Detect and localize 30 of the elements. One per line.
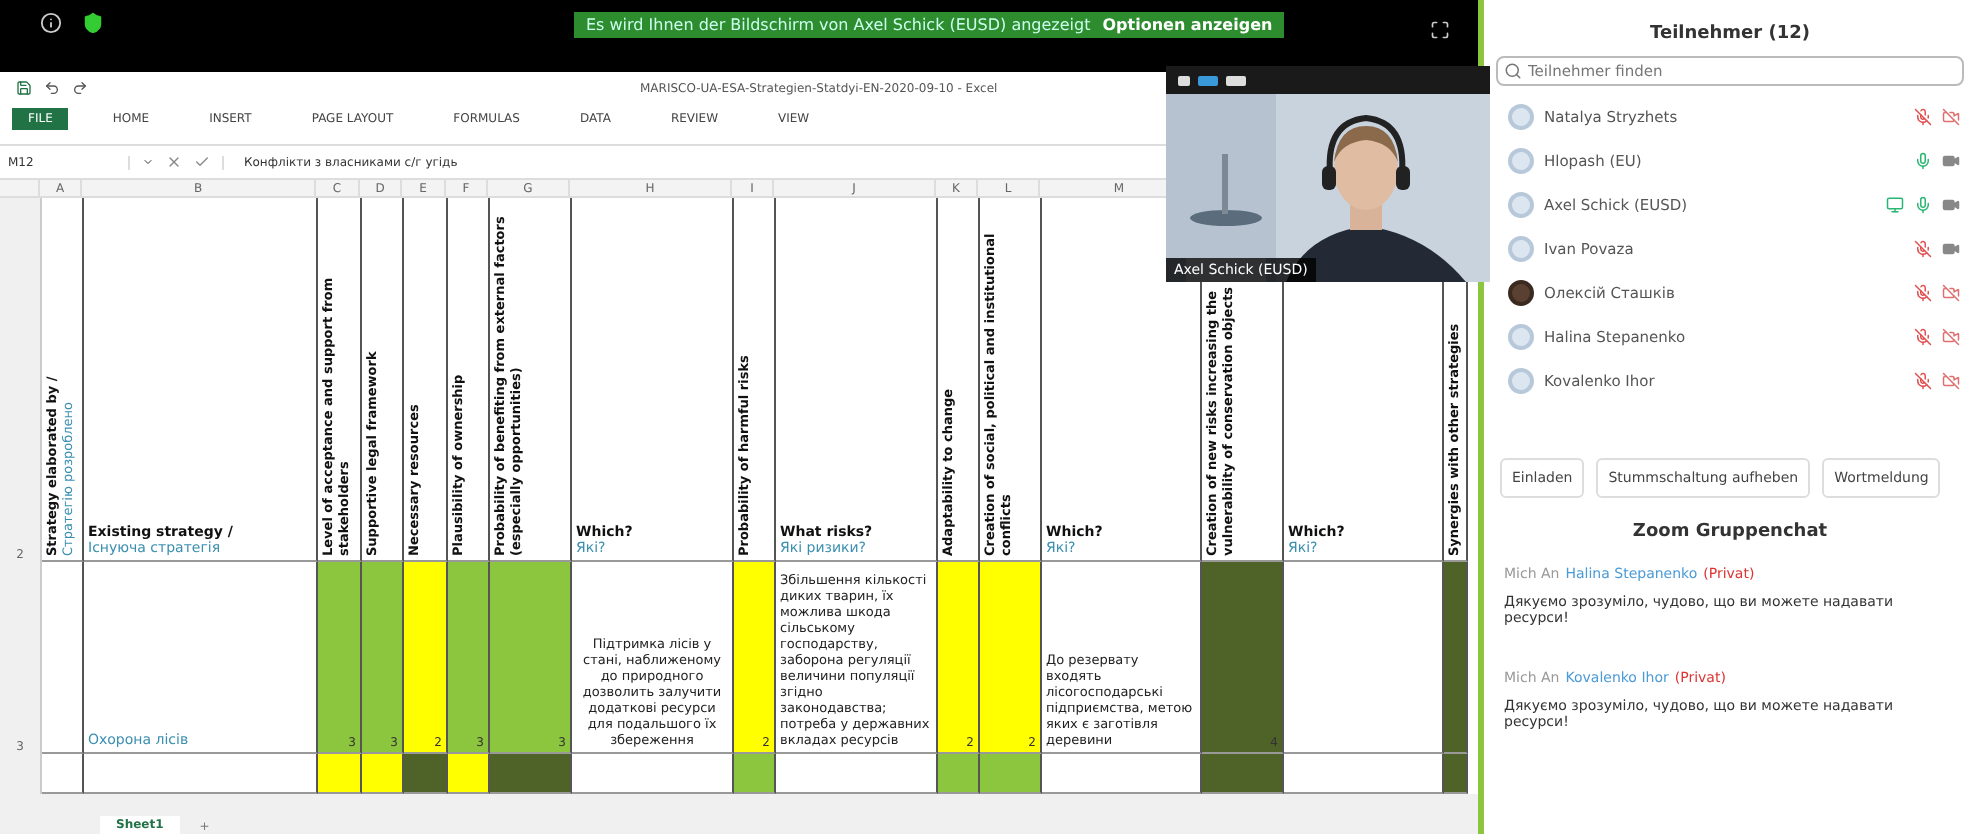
info-icon[interactable] bbox=[40, 12, 62, 34]
save-icon[interactable] bbox=[16, 80, 32, 96]
muted-mic-icon[interactable] bbox=[1914, 107, 1932, 125]
camera-icon[interactable] bbox=[1942, 239, 1960, 257]
shield-icon[interactable] bbox=[82, 12, 104, 34]
camera-off-icon[interactable] bbox=[1942, 283, 1960, 301]
redo-icon[interactable] bbox=[72, 80, 88, 96]
minimize-icon[interactable] bbox=[1178, 75, 1190, 85]
mic-icon[interactable] bbox=[1914, 195, 1932, 213]
options-link[interactable]: Optionen anzeigen bbox=[1102, 16, 1273, 34]
mic-icon[interactable] bbox=[1914, 151, 1932, 169]
cancel-icon[interactable] bbox=[166, 154, 182, 170]
camera-icon[interactable] bbox=[1942, 195, 1960, 213]
camera-off-icon[interactable] bbox=[1942, 107, 1960, 125]
camera-off-icon[interactable] bbox=[1942, 371, 1960, 389]
search-icon bbox=[1504, 62, 1522, 80]
muted-mic-icon[interactable] bbox=[1914, 327, 1932, 345]
muted-mic-icon[interactable] bbox=[1914, 283, 1932, 301]
chat-title: Zoom Gruppenchat bbox=[1630, 520, 1830, 546]
camera-icon[interactable] bbox=[1942, 151, 1960, 169]
panel-title: Teilnehmer (12) bbox=[1648, 22, 1812, 48]
undo-icon[interactable] bbox=[44, 80, 60, 96]
enter-icon[interactable] bbox=[194, 154, 210, 170]
table-cell bbox=[42, 754, 84, 794]
banner-text: Es wird Ihnen der Bildschirm von Axel Schick (EUSD) angezeigt bbox=[586, 16, 1091, 34]
camera-off-icon[interactable] bbox=[1942, 327, 1960, 345]
caret-icon[interactable] bbox=[142, 156, 154, 168]
muted-mic-icon[interactable] bbox=[1914, 371, 1932, 389]
muted-mic-icon[interactable] bbox=[1914, 239, 1932, 257]
fullscreen-icon[interactable] bbox=[1430, 20, 1450, 40]
